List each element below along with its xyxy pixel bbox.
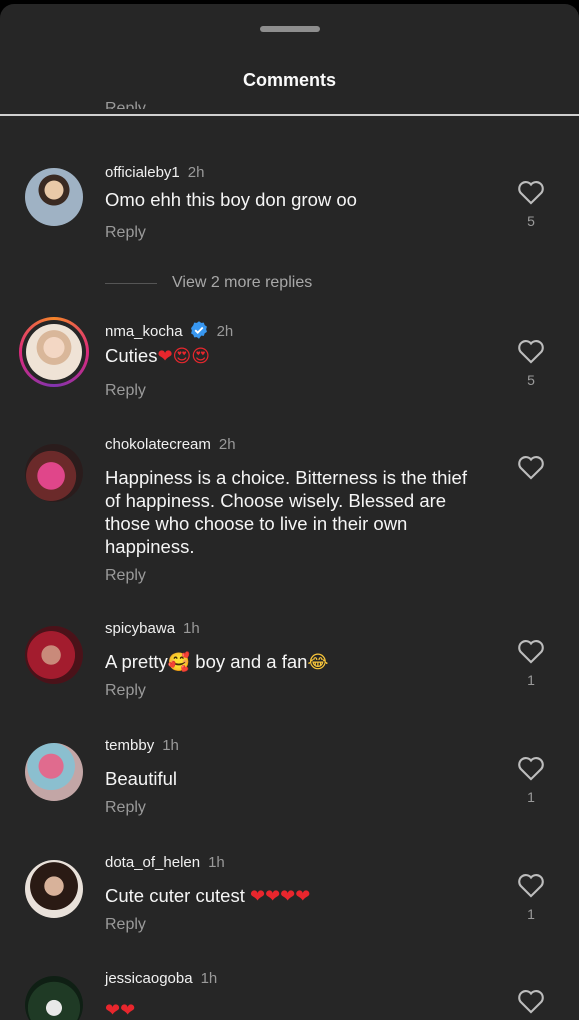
like-control[interactable]: 1 [516,638,546,688]
view-more-replies-label[interactable]: View 2 more replies [172,274,312,292]
username[interactable]: spicybawa [105,620,175,637]
like-control[interactable] [516,988,546,1014]
heart-outline-icon[interactable] [517,179,545,205]
heart-outline-icon[interactable] [517,338,545,364]
comment-text-part: boy and a fan [190,651,308,672]
verified-badge-icon [190,321,207,339]
avatar[interactable] [25,168,83,226]
like-count: 1 [527,789,535,805]
like-control[interactable]: 1 [516,755,546,805]
timestamp: 1h [208,854,225,871]
comment-meta: jessicaogoba 1h [105,970,217,987]
comment-meta: tembby 1h [105,737,179,754]
comment-meta: officialeby1 2h [105,164,204,181]
emoji-hearts: ❤❤❤❤ [249,886,311,907]
timestamp: 1h [162,737,179,754]
replies-line [105,283,157,284]
avatar [26,324,82,380]
partial-reply-link[interactable]: Reply [105,101,146,109]
like-control[interactable]: 1 [516,872,546,922]
avatar[interactable] [25,743,83,801]
timestamp: 1h [200,970,218,987]
username[interactable]: jessicaogoba [105,970,193,987]
like-control[interactable] [516,454,546,488]
username[interactable]: officialeby1 [105,164,180,181]
avatar[interactable] [25,444,83,502]
username[interactable]: nma_kocha [105,323,183,340]
reply-button[interactable]: Reply [105,382,146,400]
comment-text: Omo ehh this boy don grow oo [105,189,357,210]
heart-outline-icon[interactable] [517,755,545,781]
reply-button[interactable]: Reply [105,682,146,700]
timestamp: 1h [183,620,200,637]
comment-text: Beautiful [105,768,177,789]
like-count: 1 [527,672,535,688]
comment-text-part: Cute cuter cutest [105,885,250,906]
comment-meta: nma_kocha 2h [105,320,233,340]
comment-text-part: A pretty [105,651,168,672]
avatar[interactable] [25,860,83,918]
timestamp: 2h [218,436,236,453]
heart-outline-icon[interactable] [517,638,545,664]
comment-text: Cute cuter cutest ❤❤❤❤ [105,884,485,908]
avatar[interactable] [25,976,83,1020]
username[interactable]: dota_of_helen [105,854,200,871]
like-control[interactable]: 5 [516,179,546,229]
like-count: 1 [527,906,535,922]
sheet-title: Comments [242,70,336,90]
timestamp: 2h [187,164,205,181]
emoji-laughing: 😂 [307,652,329,673]
comment-meta: dota_of_helen 1h [105,854,225,871]
emoji-smiling-hearts: 🥰 [167,652,191,673]
emoji-hearts: ❤❤ [105,1000,136,1020]
emoji-heart-hearteyes: ❤😍😍 [157,346,211,367]
comment-text: Cuties❤😍😍 [105,344,485,368]
comment-text: A pretty🥰 boy and a fan😂 [105,650,485,674]
username[interactable]: chokolatecream [105,436,211,453]
like-control[interactable]: 5 [516,338,546,388]
heart-outline-icon[interactable] [517,988,545,1014]
comment-meta: chokolatecream 2h [105,436,236,453]
timestamp: 2h [216,323,234,340]
reply-button[interactable]: Reply [105,799,146,817]
avatar-story-ring[interactable] [19,317,89,387]
like-count: 5 [527,372,535,388]
reply-button[interactable]: Reply [105,916,146,934]
avatar[interactable] [25,626,83,684]
comment-text-part: Cuties [105,345,158,366]
header-divider [0,114,579,116]
reply-button[interactable]: Reply [105,224,146,242]
heart-outline-icon[interactable] [517,872,545,898]
drag-handle[interactable] [260,26,320,32]
like-count: 5 [527,213,535,229]
reply-button[interactable]: Reply [105,567,146,585]
comment-text: ❤❤ [105,998,485,1020]
comment-text: Happiness is a choice. Bitterness is the… [105,467,467,557]
heart-outline-icon[interactable] [517,454,545,480]
comment-meta: spicybawa 1h [105,620,200,637]
comments-sheet: Comments Reply officialeby1 2h Omo ehh th… [0,4,579,1020]
username[interactable]: tembby [105,737,154,754]
